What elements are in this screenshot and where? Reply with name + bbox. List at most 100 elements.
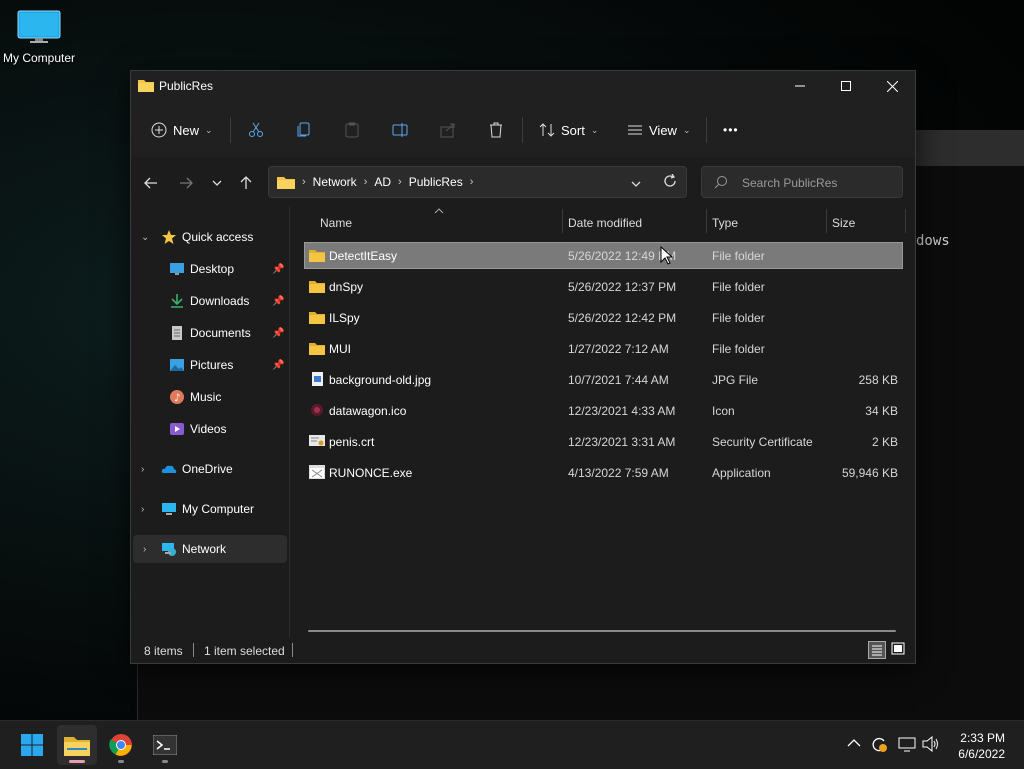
file-row[interactable]: RUNONCE.exe 4/13/2022 7:59 AM Applicatio…	[305, 460, 902, 485]
column-divider[interactable]	[706, 209, 707, 233]
crumb-ad[interactable]: AD	[374, 175, 391, 189]
file-date: 12/23/2021 4:33 AM	[568, 404, 676, 418]
refresh-button[interactable]	[663, 173, 677, 191]
nav-my-computer[interactable]: › My Computer	[131, 495, 287, 523]
chevron-up-icon	[847, 739, 861, 747]
more-icon: •••	[723, 123, 739, 137]
close-button[interactable]	[869, 71, 915, 101]
address-bar[interactable]: › Network › AD › PublicRes ›	[268, 166, 687, 198]
nav-label: Videos	[190, 422, 227, 436]
file-row[interactable]: datawagon.ico 12/23/2021 4:33 AM Icon 34…	[305, 398, 902, 423]
copy-icon	[297, 122, 310, 137]
terminal-text: dows	[916, 233, 950, 249]
nav-item-videos[interactable]: Videos	[131, 415, 287, 443]
title-bar[interactable]: PublicRes	[131, 71, 915, 101]
clock[interactable]: 2:33 PM 6/6/2022	[958, 730, 1005, 762]
file-row[interactable]: penis.crt 12/23/2021 3:31 AM Security Ce…	[305, 429, 902, 454]
pin-icon: 📌	[272, 263, 285, 275]
file-type: Application	[712, 466, 771, 480]
computer-icon	[162, 503, 176, 515]
file-row[interactable]: MUI 1/27/2022 7:12 AM File folder	[305, 336, 902, 361]
desktop-shortcut-my-computer[interactable]: My Computer	[2, 10, 76, 65]
cut-button[interactable]	[248, 116, 264, 144]
clock-time: 2:33 PM	[960, 731, 1005, 745]
back-button[interactable]	[141, 174, 161, 192]
nav-quick-access[interactable]: ⌄ Quick access	[131, 223, 287, 251]
pin-icon: 📌	[272, 327, 285, 339]
chevron-down-icon	[212, 180, 222, 186]
volume-icon	[922, 735, 938, 753]
file-size: 59,946 KB	[841, 466, 898, 480]
network-status[interactable]	[898, 736, 916, 755]
nav-item-pictures[interactable]: Pictures 📌	[131, 351, 287, 379]
nav-onedrive[interactable]: › OneDrive	[131, 455, 287, 483]
more-options-button[interactable]: •••	[723, 116, 739, 144]
tiles-view-button[interactable]	[890, 641, 908, 659]
taskbar-file-explorer[interactable]	[57, 725, 97, 765]
chevron-down-icon: ⌄	[205, 124, 213, 135]
chevron-right-icon: ›	[143, 543, 147, 555]
nav-label: Desktop	[190, 262, 235, 276]
nav-label: Music	[190, 390, 222, 404]
address-history-button[interactable]	[631, 177, 641, 191]
nav-label: Quick access	[182, 230, 254, 244]
new-button[interactable]: New ⌄	[151, 116, 213, 144]
nav-item-downloads[interactable]: Downloads 📌	[131, 287, 287, 315]
command-bar: New ⌄ Sort ⌄ View ⌄ •••	[131, 101, 915, 158]
running-indicator	[69, 760, 85, 763]
start-button[interactable]	[12, 725, 52, 765]
share-button[interactable]	[440, 116, 456, 144]
desktop-icon	[170, 263, 184, 275]
view-button[interactable]: View ⌄	[627, 116, 691, 144]
minimize-button[interactable]	[777, 71, 823, 101]
column-size[interactable]: Size	[832, 216, 855, 230]
recent-locations-button[interactable]	[207, 174, 227, 192]
column-type[interactable]: Type	[712, 216, 738, 230]
close-icon	[886, 80, 898, 92]
paste-button[interactable]	[344, 116, 360, 144]
show-hidden-icons-button[interactable]	[847, 737, 861, 751]
nav-item-documents[interactable]: Documents 📌	[131, 319, 287, 347]
column-divider[interactable]	[905, 209, 906, 233]
chevron-right-icon: ›	[363, 176, 368, 188]
icon-file-icon	[311, 404, 323, 416]
file-row[interactable]: background-old.jpg 10/7/2021 7:44 AM JPG…	[305, 367, 902, 392]
view-label: View	[649, 122, 677, 138]
window-title: PublicRes	[159, 79, 214, 93]
horizontal-scrollbar[interactable]	[308, 630, 896, 632]
search-input[interactable]: Search PublicRes	[701, 166, 903, 198]
nav-network[interactable]: › Network	[133, 535, 287, 563]
rename-button[interactable]	[392, 116, 409, 144]
nav-label: My Computer	[182, 502, 255, 516]
details-view-button[interactable]	[868, 641, 886, 659]
nav-item-music[interactable]: ♪ Music	[131, 383, 287, 411]
file-list: Name Date modified Type Size DetectItEas…	[290, 207, 915, 637]
column-name[interactable]: Name	[320, 216, 352, 230]
file-row[interactable]: DetectItEasy 5/26/2022 12:49 PM File fol…	[304, 242, 903, 269]
column-divider[interactable]	[562, 209, 563, 233]
maximize-button[interactable]	[823, 71, 869, 101]
column-divider[interactable]	[826, 209, 827, 233]
copy-button[interactable]	[296, 116, 312, 144]
separator	[230, 117, 231, 143]
delete-button[interactable]	[488, 116, 504, 144]
sync-status[interactable]	[870, 735, 888, 756]
taskbar-terminal[interactable]	[145, 725, 185, 765]
file-row[interactable]: dnSpy 5/26/2022 12:37 PM File folder	[305, 274, 902, 299]
status-divider	[292, 643, 293, 657]
chevron-down-icon: ⌄	[141, 231, 150, 243]
sort-button[interactable]: Sort ⌄	[539, 116, 598, 144]
crumb-network[interactable]: Network	[313, 175, 357, 189]
file-name: MUI	[329, 342, 351, 356]
nav-label: OneDrive	[182, 462, 233, 476]
pin-icon: 📌	[272, 359, 285, 371]
chevron-right-icon: ›	[398, 176, 402, 188]
taskbar-chrome[interactable]	[101, 725, 141, 765]
file-row[interactable]: ILSpy 5/26/2022 12:42 PM File folder	[305, 305, 902, 330]
up-button[interactable]	[236, 174, 256, 192]
forward-button[interactable]	[176, 174, 196, 192]
volume-control[interactable]	[922, 735, 940, 755]
crumb-publicres[interactable]: PublicRes	[409, 175, 463, 189]
column-date-modified[interactable]: Date modified	[568, 216, 642, 230]
nav-item-desktop[interactable]: Desktop 📌	[131, 255, 287, 283]
